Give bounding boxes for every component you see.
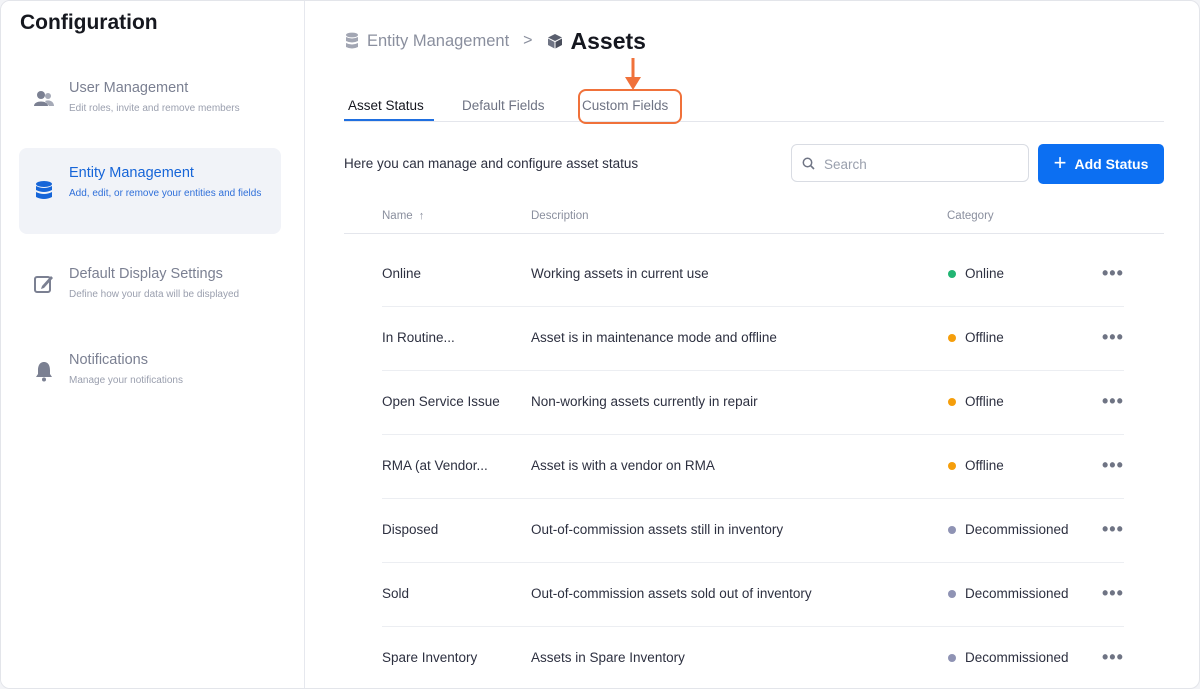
more-options-icon[interactable]: ••• — [1102, 306, 1124, 370]
category-label: Decommissioned — [965, 586, 1069, 601]
table-row[interactable]: Spare Inventory Assets in Spare Inventory… — [382, 626, 1124, 688]
annotation-highlight-box — [578, 89, 682, 124]
category-label: Online — [965, 266, 1005, 281]
search-icon — [802, 157, 815, 170]
search-box — [791, 144, 1029, 182]
row-category: Offline — [948, 370, 1004, 434]
more-options-icon[interactable]: ••• — [1102, 434, 1124, 498]
page-title: Assets — [570, 27, 646, 54]
sidebar-item-desc: Define how your data will be displayed — [69, 289, 240, 300]
row-category: Decommissioned — [948, 498, 1069, 562]
table-row[interactable]: Online Working assets in current use Onlin… — [382, 242, 1124, 307]
table-row[interactable]: RMA (at Vendor... Asset is with a vendor … — [382, 434, 1124, 499]
cube-icon — [547, 34, 562, 49]
sidebar-item-desc: Edit roles, invite and remove members — [69, 103, 240, 114]
more-options-icon[interactable]: ••• — [1102, 626, 1124, 688]
add-status-label: Add Status — [1074, 156, 1149, 172]
breadcrumb-parent-link[interactable]: Entity Management — [367, 32, 509, 51]
add-status-button[interactable]: + Add Status — [1038, 144, 1164, 184]
sidebar-item-label: User Management — [69, 80, 189, 96]
row-description: Non-working assets currently in repair — [531, 394, 758, 409]
row-category: Offline — [948, 306, 1004, 370]
active-tab-indicator — [344, 119, 434, 121]
row-name: Online — [382, 266, 422, 281]
sort-ascending-icon: ↑ — [418, 210, 425, 222]
row-description: Assets in Spare Inventory — [531, 650, 685, 665]
more-options-icon[interactable]: ••• — [1102, 498, 1124, 562]
sidebar-item-default-display-settings[interactable]: Default Display Settings Define how your… — [19, 249, 281, 335]
more-options-icon[interactable]: ••• — [1102, 242, 1124, 306]
database-icon — [346, 32, 358, 49]
row-category: Decommissioned — [948, 562, 1069, 626]
more-options-icon[interactable]: ••• — [1102, 562, 1124, 626]
row-description: Asset is with a vendor on RMA — [531, 458, 715, 473]
category-label: Decommissioned — [965, 650, 1069, 665]
row-description: Working assets in current use — [531, 266, 709, 281]
column-header-description: Description — [531, 210, 589, 222]
row-name: Open Service Issue — [382, 394, 500, 409]
table-row[interactable]: Disposed Out-of-commission assets still i… — [382, 498, 1124, 563]
table-header: Name ↑ Description Category — [344, 201, 1164, 234]
intro-text: Here you can manage and configure asset … — [344, 156, 639, 171]
category-label: Offline — [965, 458, 1004, 473]
users-icon — [34, 91, 54, 106]
tab-asset-status[interactable]: Asset Status — [348, 98, 424, 113]
sidebar-title: Configuration — [20, 11, 158, 34]
row-name: In Routine... — [382, 330, 455, 345]
category-label: Decommissioned — [965, 522, 1069, 537]
sidebar-item-desc: Add, edit, or remove your entities and f… — [69, 188, 262, 199]
status-dot — [948, 526, 956, 534]
column-header-category: Category — [947, 210, 994, 222]
breadcrumb: Entity Management > Assets — [345, 27, 646, 55]
tab-default-fields[interactable]: Default Fields — [462, 98, 545, 113]
sidebar-item-notifications[interactable]: Notifications Manage your notifications — [19, 335, 281, 421]
bell-icon — [36, 362, 52, 382]
status-dot — [948, 654, 956, 662]
plus-icon: + — [1053, 150, 1067, 175]
sidebar-item-user-management[interactable]: User Management Edit roles, invite and r… — [19, 63, 281, 149]
edit-icon — [34, 276, 53, 293]
status-dot — [948, 462, 956, 470]
database-icon — [36, 181, 52, 199]
row-description: Out-of-commission assets sold out of inv… — [531, 586, 812, 601]
table-row[interactable]: In Routine... Asset is in maintenance mod… — [382, 306, 1124, 371]
status-dot — [948, 398, 956, 406]
search-input[interactable] — [822, 153, 1021, 175]
breadcrumb-separator: > — [523, 32, 533, 49]
tab-bar: Asset Status Default Fields Custom Field… — [344, 87, 1164, 122]
column-header-label: Name — [382, 210, 413, 222]
sidebar-item-entity-management[interactable]: Entity Management Add, edit, or remove y… — [19, 148, 281, 234]
row-name: Sold — [382, 586, 410, 601]
status-dot — [948, 334, 956, 342]
table-row[interactable]: Sold Out-of-commission assets sold out of… — [382, 562, 1124, 627]
row-category: Offline — [948, 434, 1004, 498]
sidebar-item-label: Default Display Settings — [69, 266, 223, 282]
sidebar: Configuration User Management Edit roles… — [1, 1, 305, 688]
category-label: Offline — [965, 330, 1004, 345]
main-content: Entity Management > Assets Asset Status … — [305, 1, 1199, 688]
app-window: Configuration User Management Edit roles… — [0, 0, 1200, 689]
column-header-name[interactable]: Name ↑ — [382, 210, 424, 222]
table-row[interactable]: Open Service Issue Non-working assets cur… — [382, 370, 1124, 435]
row-name: Disposed — [382, 522, 439, 537]
sidebar-item-label: Notifications — [69, 352, 148, 368]
status-dot — [948, 590, 956, 598]
status-dot — [948, 270, 956, 278]
row-description: Out-of-commission assets still in invent… — [531, 522, 784, 537]
category-label: Offline — [965, 394, 1004, 409]
more-options-icon[interactable]: ••• — [1102, 370, 1124, 434]
row-description: Asset is in maintenance mode and offline — [531, 330, 777, 345]
sidebar-item-label: Entity Management — [69, 165, 194, 181]
row-category: Online — [948, 242, 1004, 306]
row-name: Spare Inventory — [382, 650, 478, 665]
row-name: RMA (at Vendor... — [382, 458, 488, 473]
sidebar-item-desc: Manage your notifications — [69, 375, 183, 386]
row-category: Decommissioned — [948, 626, 1069, 688]
